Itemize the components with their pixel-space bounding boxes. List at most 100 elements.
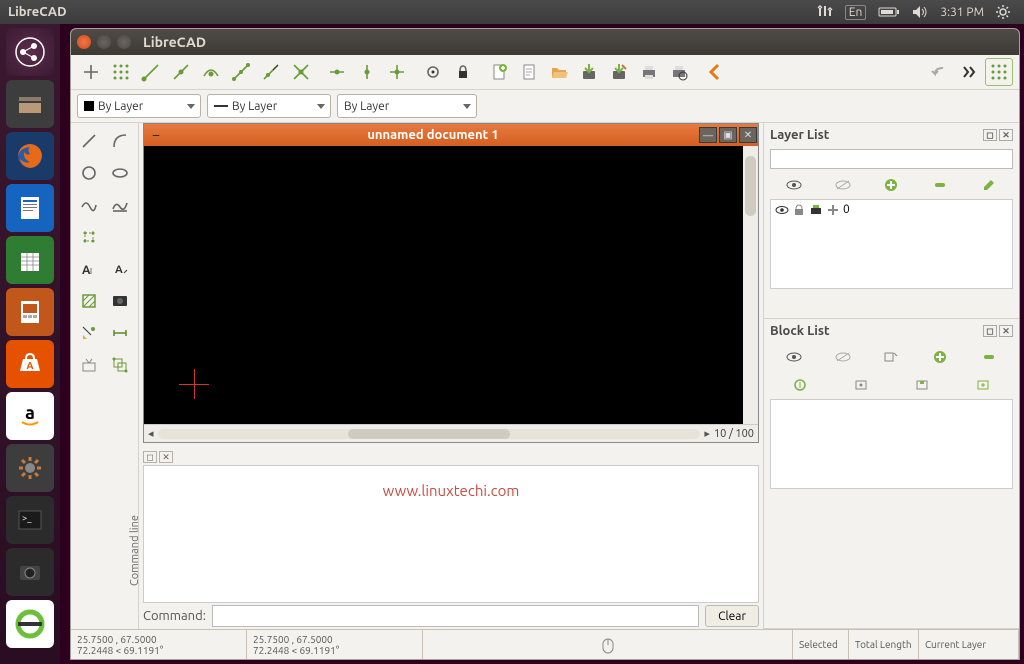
- tool-arc[interactable]: [106, 127, 134, 155]
- block-remove-icon[interactable]: [978, 347, 1000, 367]
- layer-edit-icon[interactable]: [978, 175, 1000, 195]
- canvas-hscroll[interactable]: ◂▸ 10 / 100: [144, 424, 758, 442]
- file-new-template[interactable]: [515, 58, 543, 86]
- tool-circle[interactable]: [75, 159, 103, 187]
- launcher-librecad[interactable]: [6, 600, 54, 648]
- block-close-button[interactable]: ✕: [999, 325, 1013, 337]
- snap-distance[interactable]: [257, 58, 285, 86]
- restrict-vertical[interactable]: [353, 58, 381, 86]
- lock-icon[interactable]: [793, 204, 805, 216]
- window-minimize-button[interactable]: [97, 35, 111, 49]
- tool-hatch[interactable]: [75, 287, 103, 315]
- block-showall-icon[interactable]: [783, 347, 805, 367]
- tool-polyline[interactable]: [106, 191, 134, 219]
- battery-icon[interactable]: [878, 6, 900, 18]
- launcher-amazon[interactable]: a: [6, 392, 54, 440]
- eye-icon[interactable]: [775, 204, 789, 216]
- tool-grid[interactable]: [107, 58, 135, 86]
- launcher-writer[interactable]: [6, 184, 54, 232]
- lock-relative-zero[interactable]: [449, 58, 477, 86]
- nav-back[interactable]: [701, 58, 729, 86]
- command-input[interactable]: [212, 605, 699, 627]
- launcher-software[interactable]: A: [6, 340, 54, 388]
- layer-remove-icon[interactable]: [929, 175, 951, 195]
- window-close-button[interactable]: [77, 35, 91, 49]
- tool-spline[interactable]: [75, 191, 103, 219]
- volume-icon[interactable]: [912, 5, 928, 19]
- settings-gear-icon[interactable]: [996, 5, 1010, 19]
- block-save-icon[interactable]: [911, 375, 933, 395]
- set-relative-zero[interactable]: [419, 58, 447, 86]
- restrict-horizontal[interactable]: [323, 58, 351, 86]
- block-insert-icon[interactable]: [972, 375, 994, 395]
- layer-add-icon[interactable]: [880, 175, 902, 195]
- cmd-float-button[interactable]: ◻: [143, 451, 157, 463]
- cmd-close-button[interactable]: ✕: [159, 451, 173, 463]
- layer-filter-input[interactable]: [770, 149, 1013, 169]
- launcher-firefox[interactable]: [6, 132, 54, 180]
- restrict-ortho[interactable]: [383, 58, 411, 86]
- doc-close-button[interactable]: ✕: [739, 127, 757, 143]
- drawing-canvas[interactable]: [144, 146, 758, 424]
- launcher-files[interactable]: [6, 80, 54, 128]
- snap-endpoint[interactable]: [137, 58, 165, 86]
- tool-select[interactable]: [75, 223, 103, 251]
- block-add-icon[interactable]: [929, 347, 951, 367]
- snap-center[interactable]: [197, 58, 225, 86]
- document-titlebar[interactable]: ⎯ unnamed document 1 ― ▣ ✕: [144, 124, 758, 146]
- keyboard-lang[interactable]: En: [845, 5, 867, 20]
- print-preview[interactable]: [665, 58, 693, 86]
- doc-maximize-button[interactable]: ▣: [719, 127, 737, 143]
- window-maximize-button[interactable]: [117, 35, 131, 49]
- snap-on-entity[interactable]: [167, 58, 195, 86]
- block-list[interactable]: [770, 399, 1013, 489]
- block-edit-icon[interactable]: [850, 375, 872, 395]
- block-float-button[interactable]: ◻: [983, 325, 997, 337]
- width-combo[interactable]: By Layer: [207, 94, 331, 118]
- color-combo[interactable]: By Layer: [77, 94, 201, 118]
- launcher-terminal[interactable]: >_: [6, 496, 54, 544]
- launcher-calc[interactable]: [6, 236, 54, 284]
- launcher-impress[interactable]: [6, 288, 54, 336]
- file-open[interactable]: [545, 58, 573, 86]
- window-titlebar[interactable]: LibreCAD: [71, 29, 1019, 55]
- launcher-dash[interactable]: [6, 28, 54, 76]
- layer-showall-icon[interactable]: [783, 175, 805, 195]
- tool-block[interactable]: [106, 351, 134, 379]
- clock[interactable]: 3:31 PM: [940, 6, 984, 19]
- snap-middle[interactable]: [227, 58, 255, 86]
- file-save[interactable]: [575, 58, 603, 86]
- toolbar-overflow[interactable]: [955, 58, 983, 86]
- tool-ellipse[interactable]: [106, 159, 134, 187]
- snap-grid-toggle[interactable]: [985, 58, 1013, 86]
- tool-mtext[interactable]: AI: [75, 255, 103, 283]
- print-icon[interactable]: [809, 204, 823, 216]
- block-hideall-icon[interactable]: [832, 347, 854, 367]
- clear-button[interactable]: Clear: [705, 605, 759, 627]
- launcher-screenshot[interactable]: [6, 548, 54, 596]
- block-create-icon[interactable]: [880, 347, 902, 367]
- layer-close-button[interactable]: ✕: [999, 129, 1013, 141]
- linetype-combo[interactable]: By Layer: [337, 94, 477, 118]
- file-save-as[interactable]: [605, 58, 633, 86]
- tool-info[interactable]: [75, 351, 103, 379]
- print[interactable]: [635, 58, 663, 86]
- tool-image[interactable]: [106, 287, 134, 315]
- layer-row[interactable]: 0: [771, 200, 1012, 219]
- tool-line[interactable]: [75, 127, 103, 155]
- doc-minimize-button[interactable]: ―: [699, 127, 717, 143]
- tool-text[interactable]: A: [106, 255, 134, 283]
- command-log[interactable]: www.linuxtechi.com Command line: [143, 465, 759, 603]
- layer-float-button[interactable]: ◻: [983, 129, 997, 141]
- tool-modify[interactable]: [75, 319, 103, 347]
- snap-intersection[interactable]: [287, 58, 315, 86]
- file-new[interactable]: [485, 58, 513, 86]
- undo[interactable]: [925, 58, 953, 86]
- network-icon[interactable]: [817, 5, 833, 19]
- block-attr-icon[interactable]: [789, 375, 811, 395]
- tool-dimension[interactable]: [106, 319, 134, 347]
- construction-icon[interactable]: [827, 204, 839, 216]
- tool-point[interactable]: [77, 58, 105, 86]
- launcher-settings[interactable]: [6, 444, 54, 492]
- layer-list[interactable]: 0: [770, 199, 1013, 289]
